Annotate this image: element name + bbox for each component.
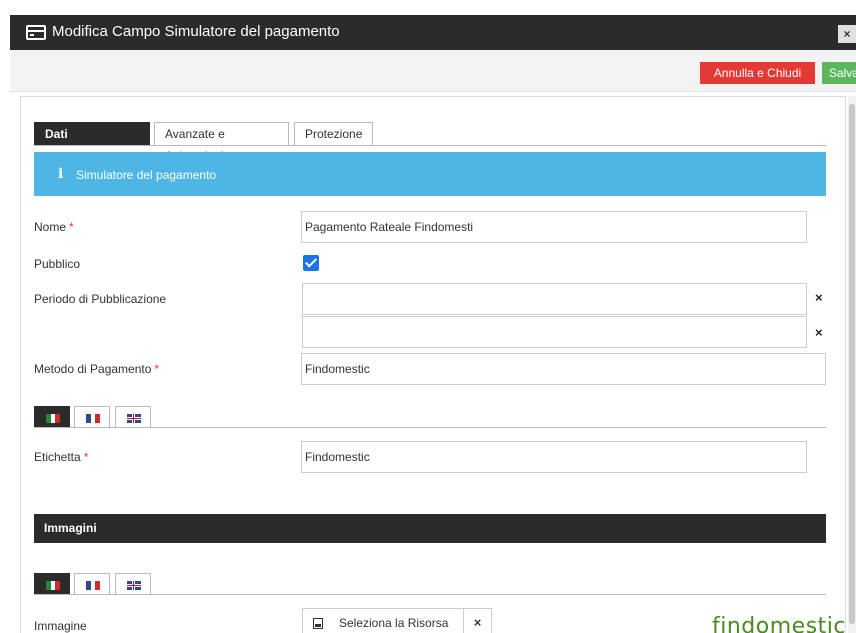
periodo-start-clear-icon[interactable]: × <box>815 290 823 305</box>
metodo-label: Metodo di Pagamento * <box>34 362 160 376</box>
etichetta-input[interactable]: Findomestic <box>301 441 807 473</box>
lang-tabs-divider-images <box>34 594 826 595</box>
cancel-and-close-button[interactable]: Annulla e Chiudi <box>700 62 815 84</box>
nome-label: Nome * <box>34 220 74 234</box>
tab-avanzate-animazioni[interactable]: Avanzate e Animazioni <box>154 122 289 163</box>
nome-input[interactable]: Pagamento Rateale Findomesti <box>301 211 807 243</box>
lang-tab-en-images[interactable] <box>115 573 151 595</box>
close-dialog-button[interactable]: × <box>838 25 856 43</box>
lang-tab-en[interactable] <box>115 406 151 428</box>
select-resource-label: Seleziona la Risorsa <box>339 616 449 630</box>
pubblico-label: Pubblico <box>34 257 81 271</box>
periodo-end-clear-icon[interactable]: × <box>815 325 823 340</box>
lang-tabs-divider <box>34 427 826 428</box>
scrollbar-thumb[interactable] <box>849 104 855 624</box>
periodo-start-input[interactable] <box>302 283 807 315</box>
immagine-label: Immagine <box>34 619 87 633</box>
resource-clear-icon[interactable]: × <box>464 608 492 633</box>
save-button[interactable]: Salva <box>822 62 856 84</box>
select-resource-button[interactable]: Seleziona la Risorsa <box>302 608 464 633</box>
tab-protezione[interactable]: Protezione <box>294 122 373 146</box>
window-icon <box>26 25 46 40</box>
periodo-end-input[interactable] <box>302 316 807 348</box>
lang-tab-fr-images[interactable] <box>74 573 110 595</box>
tab-dati-componente[interactable]: Dati Componente <box>34 122 150 163</box>
immagini-section-header: Immagini <box>34 514 826 543</box>
vertical-scrollbar[interactable] <box>848 96 856 633</box>
italy-flag-icon <box>46 414 61 423</box>
dialog-titlebar: Modifica Campo Simulatore del pagamento … <box>10 15 856 50</box>
pubblico-checkbox[interactable] <box>303 255 319 271</box>
italy-flag-icon <box>46 581 61 590</box>
image-file-icon <box>313 618 323 629</box>
dialog-title: Modifica Campo Simulatore del pagamento <box>52 23 340 40</box>
etichetta-label: Etichetta * <box>34 450 89 464</box>
lang-tab-fr[interactable] <box>74 406 110 428</box>
image-preview-logo: findomestic <box>712 614 846 633</box>
dialog-toolbar: Annulla e Chiudi Salva <box>10 50 856 92</box>
tabs-divider <box>34 145 826 146</box>
lang-tab-it[interactable] <box>34 406 70 428</box>
france-flag-icon <box>86 581 101 590</box>
uk-flag-icon <box>127 414 141 423</box>
lang-tab-it-images[interactable] <box>34 573 70 595</box>
france-flag-icon <box>86 414 101 423</box>
periodo-label: Periodo di Pubblicazione <box>34 292 167 306</box>
info-banner: i Simulatore del pagamento <box>34 152 826 196</box>
info-icon: i <box>58 166 64 182</box>
info-banner-text: Simulatore del pagamento <box>76 168 217 182</box>
metodo-pagamento-select[interactable]: Findomestic <box>301 353 826 385</box>
uk-flag-icon <box>127 581 141 590</box>
